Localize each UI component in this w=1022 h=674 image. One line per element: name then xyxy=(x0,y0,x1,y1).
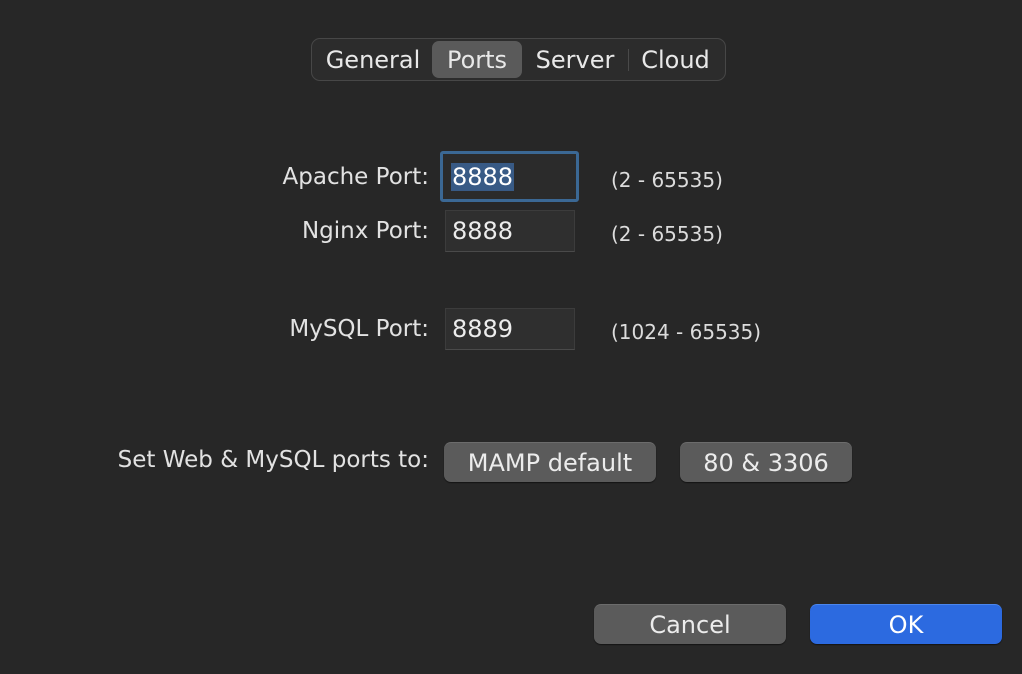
ok-button[interactable]: OK xyxy=(810,604,1002,644)
apache-port-range: (2 - 65535) xyxy=(611,168,723,192)
apache-port-value: 8888 xyxy=(451,162,515,191)
mysql-port-value: 8889 xyxy=(452,315,514,343)
tab-server[interactable]: Server xyxy=(522,41,628,78)
mamp-default-button[interactable]: MAMP default xyxy=(444,442,656,482)
tab-cloud[interactable]: Cloud xyxy=(629,41,722,78)
apache-port-label: Apache Port: xyxy=(282,164,429,190)
nginx-port-value: 8888 xyxy=(452,217,514,245)
mysql-port-label: MySQL Port: xyxy=(289,316,429,342)
nginx-port-label: Nginx Port: xyxy=(301,218,429,244)
nginx-port-input[interactable]: 8888 xyxy=(445,210,575,252)
cancel-button[interactable]: Cancel xyxy=(594,604,786,644)
mysql-port-range: (1024 - 65535) xyxy=(611,320,762,344)
mysql-port-input[interactable]: 8889 xyxy=(445,308,575,350)
tab-bar: General Ports Server Cloud xyxy=(311,38,726,81)
apache-port-input[interactable]: 8888 xyxy=(440,151,579,202)
tab-general[interactable]: General xyxy=(314,41,432,78)
preset-label: Set Web & MySQL ports to: xyxy=(117,447,429,473)
nginx-port-range: (2 - 65535) xyxy=(611,222,723,246)
tab-ports[interactable]: Ports xyxy=(432,41,522,78)
preferences-window: General Ports Server Cloud Apache Port: … xyxy=(0,0,1022,674)
standard-ports-button[interactable]: 80 & 3306 xyxy=(680,442,852,482)
